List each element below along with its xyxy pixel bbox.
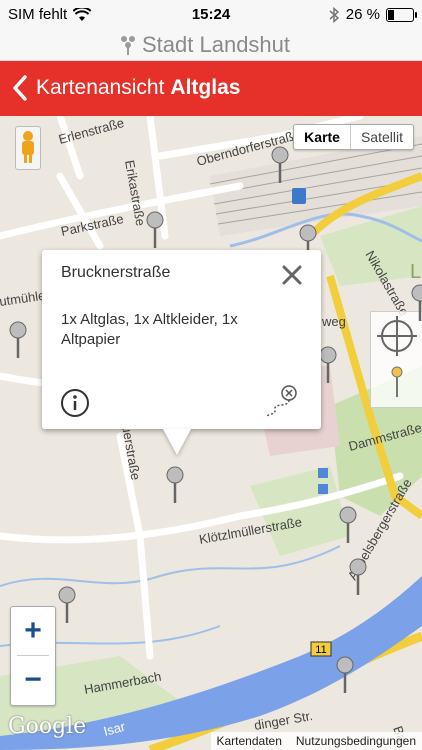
street-label: weg: [321, 314, 346, 329]
city-logo-text: Stadt Landshut: [142, 32, 291, 57]
map-footer: Kartendaten Nutzungsbedingungen: [210, 732, 422, 750]
zoom-control: + −: [10, 606, 56, 706]
info-icon[interactable]: [60, 388, 90, 418]
street-view-pegman[interactable]: [15, 126, 41, 170]
back-button[interactable]: Kartenansicht: [36, 76, 164, 99]
map-data-link[interactable]: Kartendaten: [217, 734, 282, 748]
zoom-in-button[interactable]: +: [11, 607, 55, 655]
battery-percent: 26 %: [345, 6, 380, 23]
map-marker[interactable]: [318, 346, 338, 384]
district-label: L: [410, 261, 421, 283]
info-description: 1x Altglas, 1x Altkleider, 1x Altpapier: [61, 311, 238, 348]
status-bar: SIM fehlt 15:24 26 %: [0, 0, 422, 30]
street-label: utmühle: [0, 288, 46, 309]
nav-title: Kartenansicht Altglas: [36, 76, 240, 100]
map-marker[interactable]: [270, 146, 290, 184]
map-marker[interactable]: [348, 558, 368, 596]
compass-icon: [377, 316, 417, 397]
app-header: Stadt Landshut: [0, 30, 422, 61]
map-type-toggle: Karte Satellit: [293, 124, 414, 150]
close-icon[interactable]: [281, 264, 303, 286]
google-logo: Google: [8, 714, 87, 739]
map-view[interactable]: 11 Erlenstraße Erikastraße Oberndorferst…: [0, 116, 422, 750]
info-title: Brucknerstraße: [61, 264, 171, 281]
page-title: Altglas: [170, 76, 241, 99]
info-window: Brucknerstraße 1x Altglas, 1x Altkleider…: [42, 250, 321, 429]
street-label: Erlenstraße: [57, 116, 126, 147]
map-marker[interactable]: [335, 656, 355, 694]
map-type-satellit[interactable]: Satellit: [349, 125, 413, 149]
map-marker[interactable]: [338, 506, 358, 544]
info-window-pointer: [163, 429, 191, 455]
map-marker-selected[interactable]: [165, 466, 185, 504]
map-marker[interactable]: [57, 586, 77, 624]
city-logo: Stadt Landshut: [118, 32, 290, 58]
route-11-shield: 11: [315, 644, 326, 656]
bluetooth-icon: [329, 6, 339, 23]
back-chevron-icon[interactable]: [10, 74, 30, 102]
map-marker[interactable]: [145, 211, 165, 249]
battery-icon: [386, 7, 417, 22]
location-control[interactable]: [370, 311, 422, 408]
crest-icon: [121, 36, 135, 55]
map-marker[interactable]: [410, 284, 422, 322]
zoom-out-button[interactable]: −: [11, 656, 55, 704]
nav-bar: Kartenansicht Altglas: [0, 61, 422, 116]
terms-link[interactable]: Nutzungsbedingungen: [296, 734, 416, 748]
pegman-icon: [22, 131, 34, 163]
map-type-karte[interactable]: Karte: [294, 125, 350, 149]
map-tiles[interactable]: 11 Erlenstraße Erikastraße Oberndorferst…: [0, 116, 422, 750]
map-marker[interactable]: [8, 321, 28, 359]
route-icon[interactable]: [263, 384, 301, 418]
